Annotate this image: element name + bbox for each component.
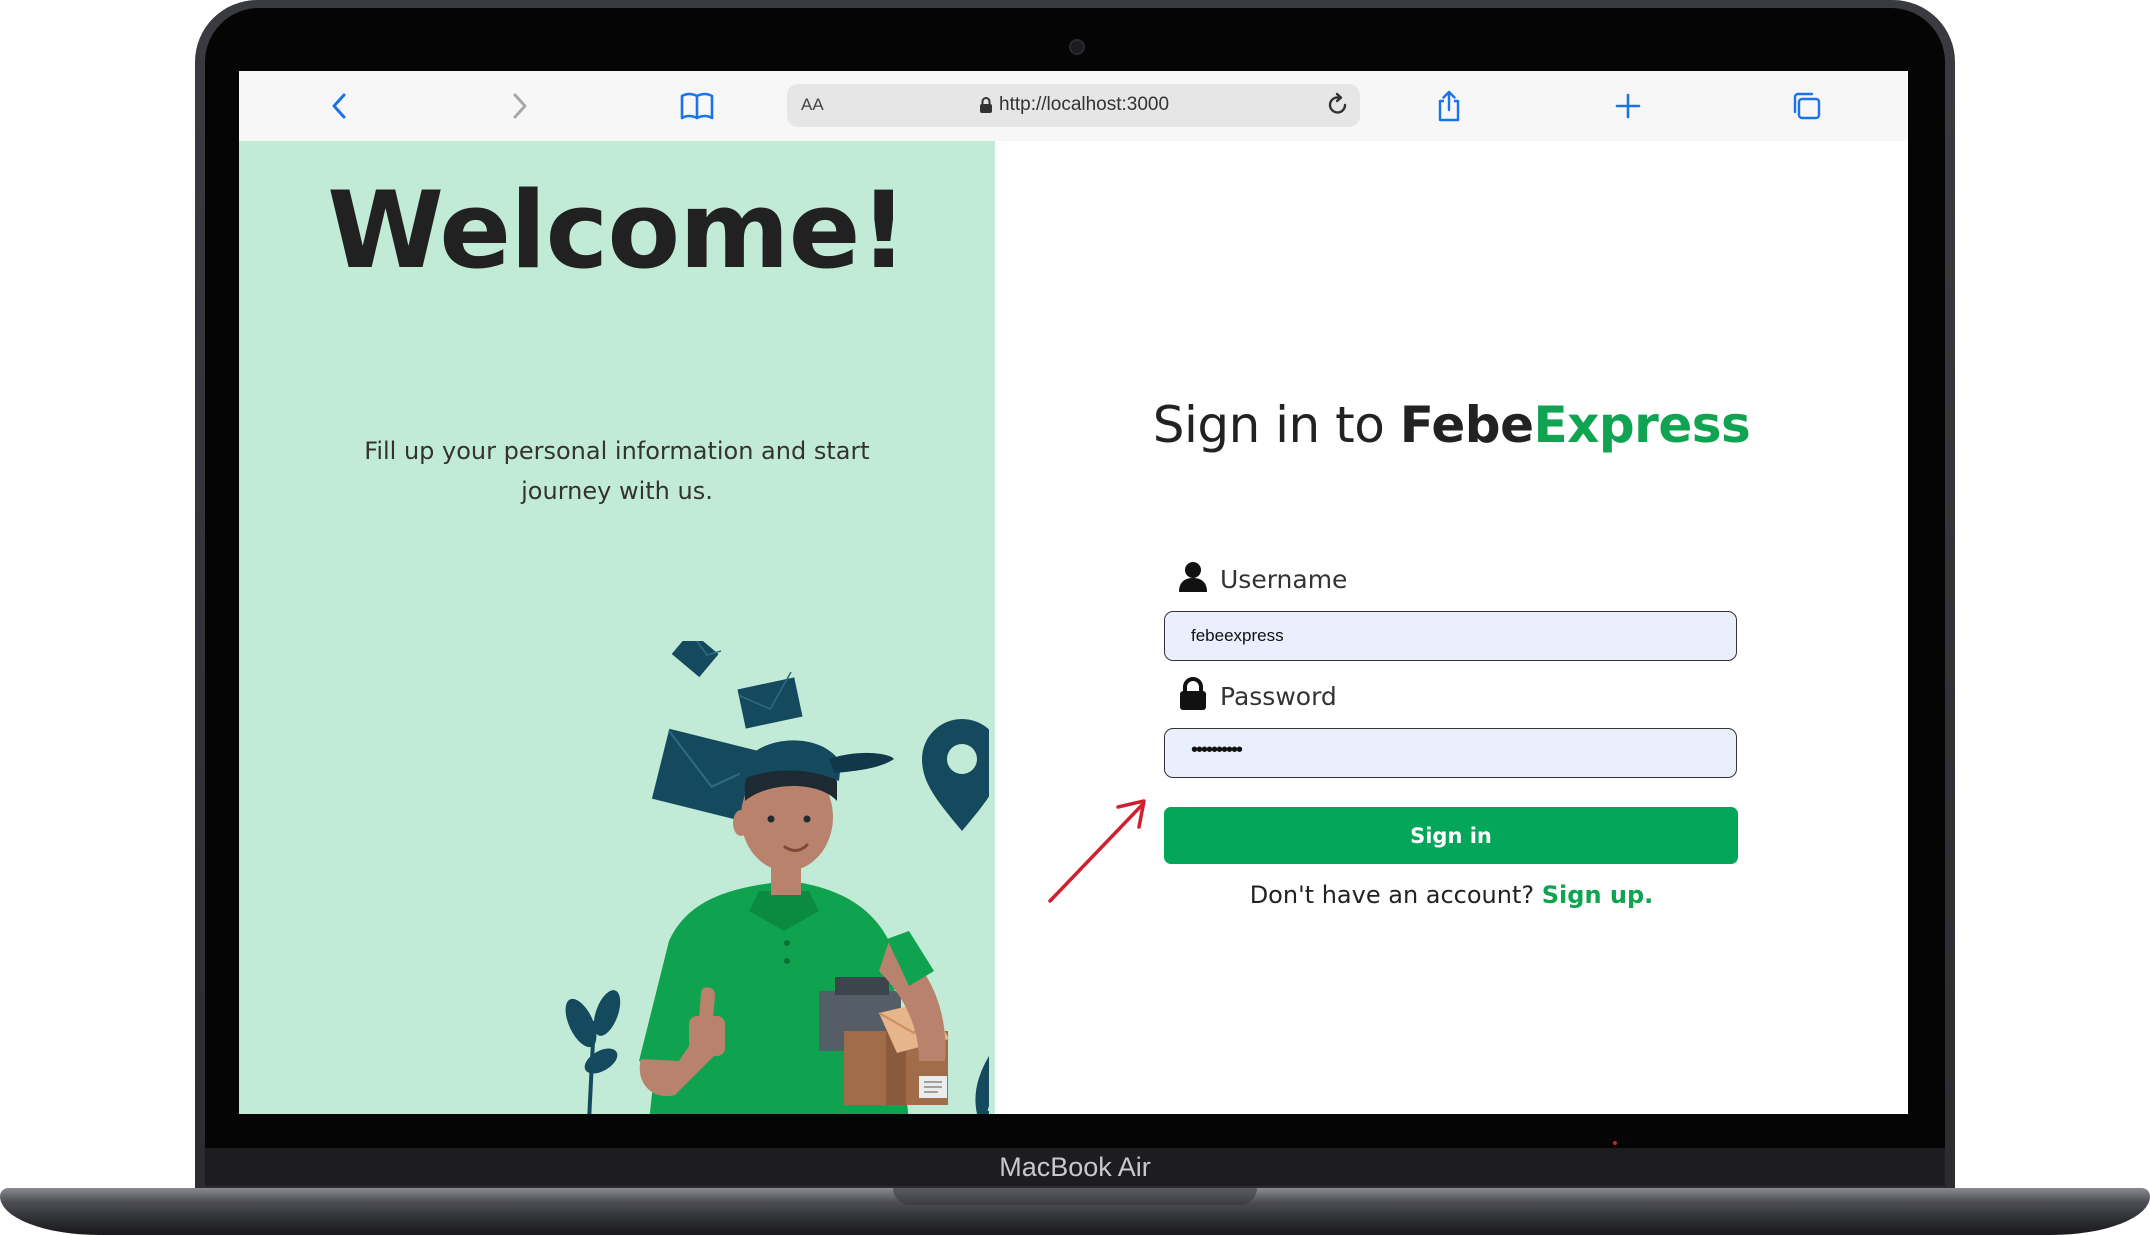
password-value: •••••••••• <box>1191 739 1243 761</box>
share-icon[interactable] <box>1428 85 1470 127</box>
forward-icon[interactable] <box>498 85 540 127</box>
envelope-medium-icon <box>737 671 803 729</box>
username-label: Username <box>1220 564 1348 594</box>
tagline-line-1: Fill up your personal information and st… <box>364 437 870 465</box>
username-label-row: Username <box>1178 559 1347 599</box>
tagline-line-2: journey with us. <box>521 477 713 505</box>
laptop-notch <box>893 1188 1257 1205</box>
device-brand-label: MacBook Air <box>999 1152 1151 1182</box>
lock-icon <box>979 96 993 118</box>
new-tab-icon[interactable] <box>1607 85 1649 127</box>
screen: AA http://localhost:3000 Welcome! Fill u… <box>239 71 1908 1114</box>
location-pin-large-icon <box>922 719 989 831</box>
password-label-row: Password <box>1178 676 1337 716</box>
plant-right <box>975 1055 989 1114</box>
signin-heading-prefix: Sign in to <box>1152 396 1400 454</box>
username-value: febeexpress <box>1191 626 1284 645</box>
signin-panel: Sign in to FebeExpress Username febeexpr… <box>995 141 1908 1114</box>
user-icon <box>1178 561 1208 597</box>
password-label: Password <box>1220 681 1337 711</box>
delivery-man-illustration <box>565 641 989 1114</box>
indicator-dot <box>1613 1141 1617 1145</box>
username-field[interactable]: febeexpress <box>1164 611 1737 661</box>
brand-name-part2: Express <box>1533 396 1751 454</box>
camera-icon <box>1069 39 1085 55</box>
hero-tagline: Fill up your personal information and st… <box>357 431 877 511</box>
tabs-icon[interactable] <box>1785 85 1827 127</box>
url-text: http://localhost:3000 <box>999 94 1170 115</box>
browser-toolbar: AA http://localhost:3000 <box>239 71 1908 142</box>
signup-prompt: Don't have an account? <box>1249 881 1542 909</box>
signin-heading: Sign in to FebeExpress <box>995 396 1908 454</box>
address-bar[interactable]: AA http://localhost:3000 <box>787 84 1360 127</box>
password-field[interactable]: •••••••••• <box>1164 728 1737 778</box>
hero-panel: Welcome! Fill up your personal informati… <box>239 141 995 1114</box>
reader-button[interactable]: AA <box>801 95 824 115</box>
signin-button-label: Sign in <box>1410 823 1492 848</box>
lock-icon <box>1178 677 1208 715</box>
brand-name-part1: Febe <box>1399 396 1534 454</box>
reload-icon[interactable] <box>1325 92 1351 122</box>
signin-button[interactable]: Sign in <box>1164 807 1738 864</box>
envelope-small-icon <box>671 641 722 678</box>
back-icon[interactable] <box>319 85 361 127</box>
signup-link[interactable]: Sign up. <box>1542 881 1654 909</box>
hero-title: Welcome! <box>327 169 908 292</box>
bookmarks-icon[interactable] <box>676 85 718 127</box>
plant-left <box>565 990 621 1114</box>
annotation-arrow-icon <box>1048 799 1146 903</box>
